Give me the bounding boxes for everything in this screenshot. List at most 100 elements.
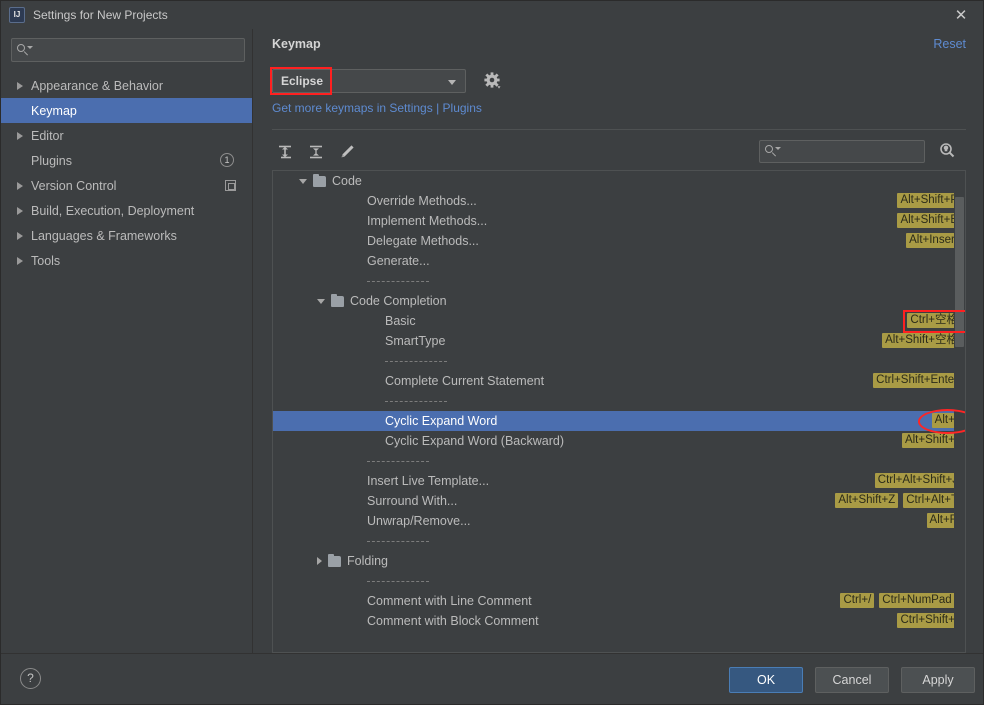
chevron-down-icon[interactable]	[299, 178, 307, 184]
tree-action-row[interactable]: Cyclic Expand Word (Backward) Alt+Shift+/	[273, 431, 965, 451]
get-more-keymaps-link[interactable]: Get more keymaps in Settings | Plugins	[272, 101, 482, 115]
chevron-down-icon[interactable]	[317, 298, 325, 304]
tree-action-row[interactable]: Comment with Line Comment Ctrl+/ Ctrl+NumP…	[273, 591, 965, 611]
sidebar-nav-list: Appearance & Behavior Keymap Editor Plugins…	[1, 73, 252, 273]
chevron-right-icon[interactable]	[317, 557, 322, 565]
sidebar-item-editor[interactable]: Editor	[1, 123, 252, 148]
shortcut-badge[interactable]: Alt+Shift+P	[897, 193, 961, 208]
tree-folder-row[interactable]: Code	[273, 171, 965, 191]
chevron-right-icon	[17, 81, 23, 90]
shortcut-list: Alt+Shift+/	[901, 433, 961, 448]
tree-action-row[interactable]: Complete Current Statement Ctrl+Shift+Ent…	[273, 371, 965, 391]
sidebar-item-keymap[interactable]: Keymap	[1, 98, 252, 123]
find-by-shortcut-icon[interactable]	[937, 141, 957, 161]
shortcut-badge[interactable]: Alt+Shift+Z	[835, 493, 899, 508]
apply-button[interactable]: Apply	[901, 667, 975, 693]
tree-scrollbar-thumb[interactable]	[955, 197, 964, 347]
tree-row-label: Complete Current Statement	[385, 374, 545, 388]
shortcut-badge[interactable]: Alt+Shift+空格	[882, 333, 961, 348]
intellij-logo-icon: IJ	[9, 7, 25, 23]
page-title: Keymap	[272, 37, 321, 51]
settings-dialog: IJ Settings for New Projects ✕ Appearanc…	[0, 0, 984, 705]
tree-row-label: Comment with Block Comment	[367, 614, 539, 628]
sidebar-item-appearance-behavior[interactable]: Appearance & Behavior	[1, 73, 252, 98]
shortcut-badge[interactable]: Ctrl+Alt+Shift+J	[874, 473, 961, 488]
tree-row-label: Delegate Methods...	[367, 234, 479, 248]
tree-separator	[273, 451, 965, 471]
tree-action-row[interactable]: Basic Ctrl+空格	[273, 311, 965, 331]
tree-toolbar	[275, 142, 357, 162]
shortcut-badge[interactable]: Alt+Shift+E	[897, 213, 961, 228]
close-icon[interactable]: ✕	[951, 5, 971, 25]
window-title: Settings for New Projects	[33, 8, 168, 22]
tree-action-row[interactable]: SmartType Alt+Shift+空格	[273, 331, 965, 351]
tree-action-row[interactable]: Comment with Block Comment Ctrl+Shift+/	[273, 611, 965, 631]
search-input[interactable]	[30, 43, 244, 57]
tree-action-row[interactable]: Generate...	[273, 251, 965, 271]
shortcut-badge[interactable]: Ctrl+Shift+/	[897, 613, 961, 628]
shortcut-list: Ctrl+空格	[907, 313, 961, 328]
keymap-search-box[interactable]	[759, 140, 937, 163]
shortcut-badge[interactable]: Ctrl+空格	[907, 313, 961, 328]
sidebar-item-build-execution-deployment[interactable]: Build, Execution, Deployment	[1, 198, 252, 223]
keymap-search-input[interactable]	[778, 144, 937, 159]
title-bar: IJ Settings for New Projects	[1, 1, 983, 29]
tree-row-label: Implement Methods...	[367, 214, 488, 228]
sidebar-item-version-control[interactable]: Version Control	[1, 173, 252, 198]
tree-action-row[interactable]: Insert Live Template... Ctrl+Alt+Shift+J	[273, 471, 965, 491]
tree-separator	[273, 531, 965, 551]
copy-icon	[225, 180, 236, 191]
shortcut-badge[interactable]: Ctrl+NumPad /	[879, 593, 961, 608]
shortcut-badge[interactable]: Alt+Shift+/	[901, 433, 961, 448]
expand-all-icon[interactable]	[275, 142, 295, 162]
folder-icon	[331, 293, 344, 307]
shortcut-badge[interactable]: Alt+Insert	[906, 233, 961, 248]
tree-separator	[273, 351, 965, 371]
tree-action-row[interactable]: Unwrap/Remove... Alt+R	[273, 511, 965, 531]
separator-line	[367, 280, 429, 282]
sidebar-item-label: Build, Execution, Deployment	[31, 203, 195, 218]
gear-icon[interactable]	[483, 71, 503, 91]
keymap-select-value: Eclipse	[281, 74, 324, 88]
sidebar-item-label: Languages & Frameworks	[31, 228, 177, 243]
tree-action-row[interactable]: Implement Methods... Alt+Shift+E	[273, 211, 965, 231]
edit-pencil-icon[interactable]	[337, 142, 357, 162]
reset-link[interactable]: Reset	[933, 37, 966, 51]
help-button[interactable]: ?	[20, 668, 41, 689]
tree-row-label: Override Methods...	[367, 194, 477, 208]
tree-row-label: SmartType	[385, 334, 446, 348]
tree-action-row[interactable]: Delegate Methods... Alt+Insert	[273, 231, 965, 251]
tree-scrollbar[interactable]	[954, 171, 965, 652]
chevron-right-icon	[17, 256, 23, 265]
tree-action-row[interactable]: Surround With... Alt+Shift+Z Ctrl+Alt+T	[273, 491, 965, 511]
sidebar-search-box[interactable]	[11, 38, 245, 62]
tree-separator	[273, 271, 965, 291]
separator-line	[367, 580, 429, 582]
keymap-select[interactable]: Eclipse	[272, 69, 466, 93]
tree-folder-row[interactable]: Folding	[273, 551, 965, 571]
separator-line	[385, 400, 447, 402]
shortcut-badge[interactable]: Ctrl+Shift+Enter	[873, 373, 961, 388]
ok-button[interactable]: OK	[729, 667, 803, 693]
tree-action-row[interactable]: Cyclic Expand Word Alt+/	[273, 411, 965, 431]
tree-action-row[interactable]: Override Methods... Alt+Shift+P	[273, 191, 965, 211]
tree-folder-row[interactable]: Code Completion	[273, 291, 965, 311]
collapse-all-icon[interactable]	[306, 142, 326, 162]
tree-row-label: Code	[332, 174, 362, 188]
shortcut-badge[interactable]: Ctrl+/	[840, 593, 875, 608]
folder-icon	[313, 173, 326, 187]
separator-line	[367, 540, 429, 542]
cancel-button[interactable]: Cancel	[815, 667, 889, 693]
sidebar-item-languages-frameworks[interactable]: Languages & Frameworks	[1, 223, 252, 248]
tree-row-label: Unwrap/Remove...	[367, 514, 471, 528]
shortcut-list: Ctrl+Alt+Shift+J	[874, 473, 961, 488]
sidebar-item-plugins[interactable]: Plugins 1	[1, 148, 252, 173]
folder-icon	[328, 553, 341, 567]
sidebar-item-tools[interactable]: Tools	[1, 248, 252, 273]
settings-sidebar: Appearance & Behavior Keymap Editor Plugins…	[1, 29, 253, 653]
keymap-tree-container: Code Override Methods... Alt+Shift+P Implem…	[272, 170, 966, 653]
dialog-footer: ? OK Cancel Apply	[1, 653, 983, 704]
keymap-panel: Keymap Reset Eclipse Get more keymaps in…	[253, 29, 983, 653]
shortcut-badge[interactable]: Ctrl+Alt+T	[903, 493, 961, 508]
tree-row-label: Generate...	[367, 254, 430, 268]
